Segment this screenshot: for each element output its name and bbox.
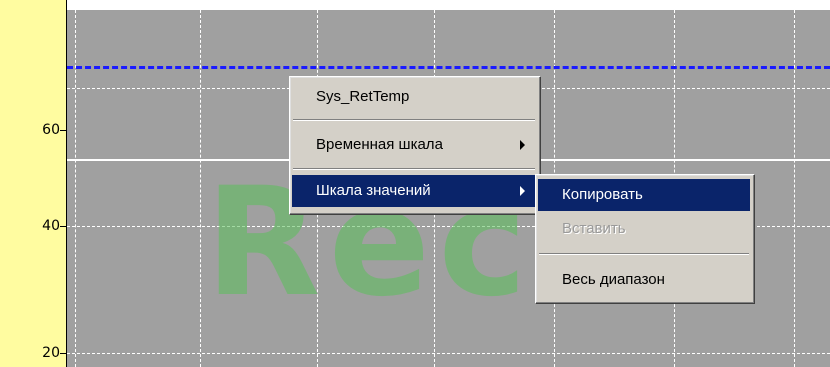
menu-item-label: Шкала значений <box>316 182 431 199</box>
y-tick-mark-40 <box>60 226 66 227</box>
y-tick-label-40: 40 <box>42 218 60 234</box>
menu-item-full-range[interactable]: Весь диапазон <box>538 264 750 296</box>
y-tick-label-20: 20 <box>42 345 60 361</box>
menu-item-label: Вставить <box>562 220 626 237</box>
menu-item-time-scale[interactable]: Временная шкала <box>292 129 538 161</box>
menu-item-sys-rettemp[interactable]: Sys_RetTemp <box>292 81 538 113</box>
y-tick-label-60: 60 <box>42 122 60 138</box>
menu-separator <box>539 253 749 255</box>
menu-item-value-scale[interactable]: Шкала значений <box>292 175 538 207</box>
submenu-arrow-icon <box>520 140 525 150</box>
menu-item-label: Весь диапазон <box>562 271 665 288</box>
y-axis-strip <box>0 0 66 367</box>
y-tick-mark-60 <box>60 130 66 131</box>
menu-item-copy[interactable]: Копировать <box>538 179 750 211</box>
y-tick-mark-20 <box>60 353 66 354</box>
limit-line <box>67 66 830 69</box>
grid-line-vertical <box>75 10 76 367</box>
context-menu: Sys_RetTemp Временная шкала Шкала значен… <box>289 76 541 215</box>
grid-line-vertical <box>794 10 795 367</box>
grid-line-horizontal <box>67 353 830 354</box>
submenu-arrow-icon <box>520 186 525 196</box>
menu-separator <box>293 168 535 170</box>
menu-item-label: Sys_RetTemp <box>316 88 410 105</box>
menu-item-paste[interactable]: Вставить <box>538 213 750 245</box>
menu-item-label: Временная шкала <box>316 136 443 153</box>
grid-line-vertical <box>200 10 201 367</box>
submenu: Копировать Вставить Весь диапазон <box>535 174 755 304</box>
menu-separator <box>293 119 535 121</box>
menu-item-label: Копировать <box>562 186 643 203</box>
